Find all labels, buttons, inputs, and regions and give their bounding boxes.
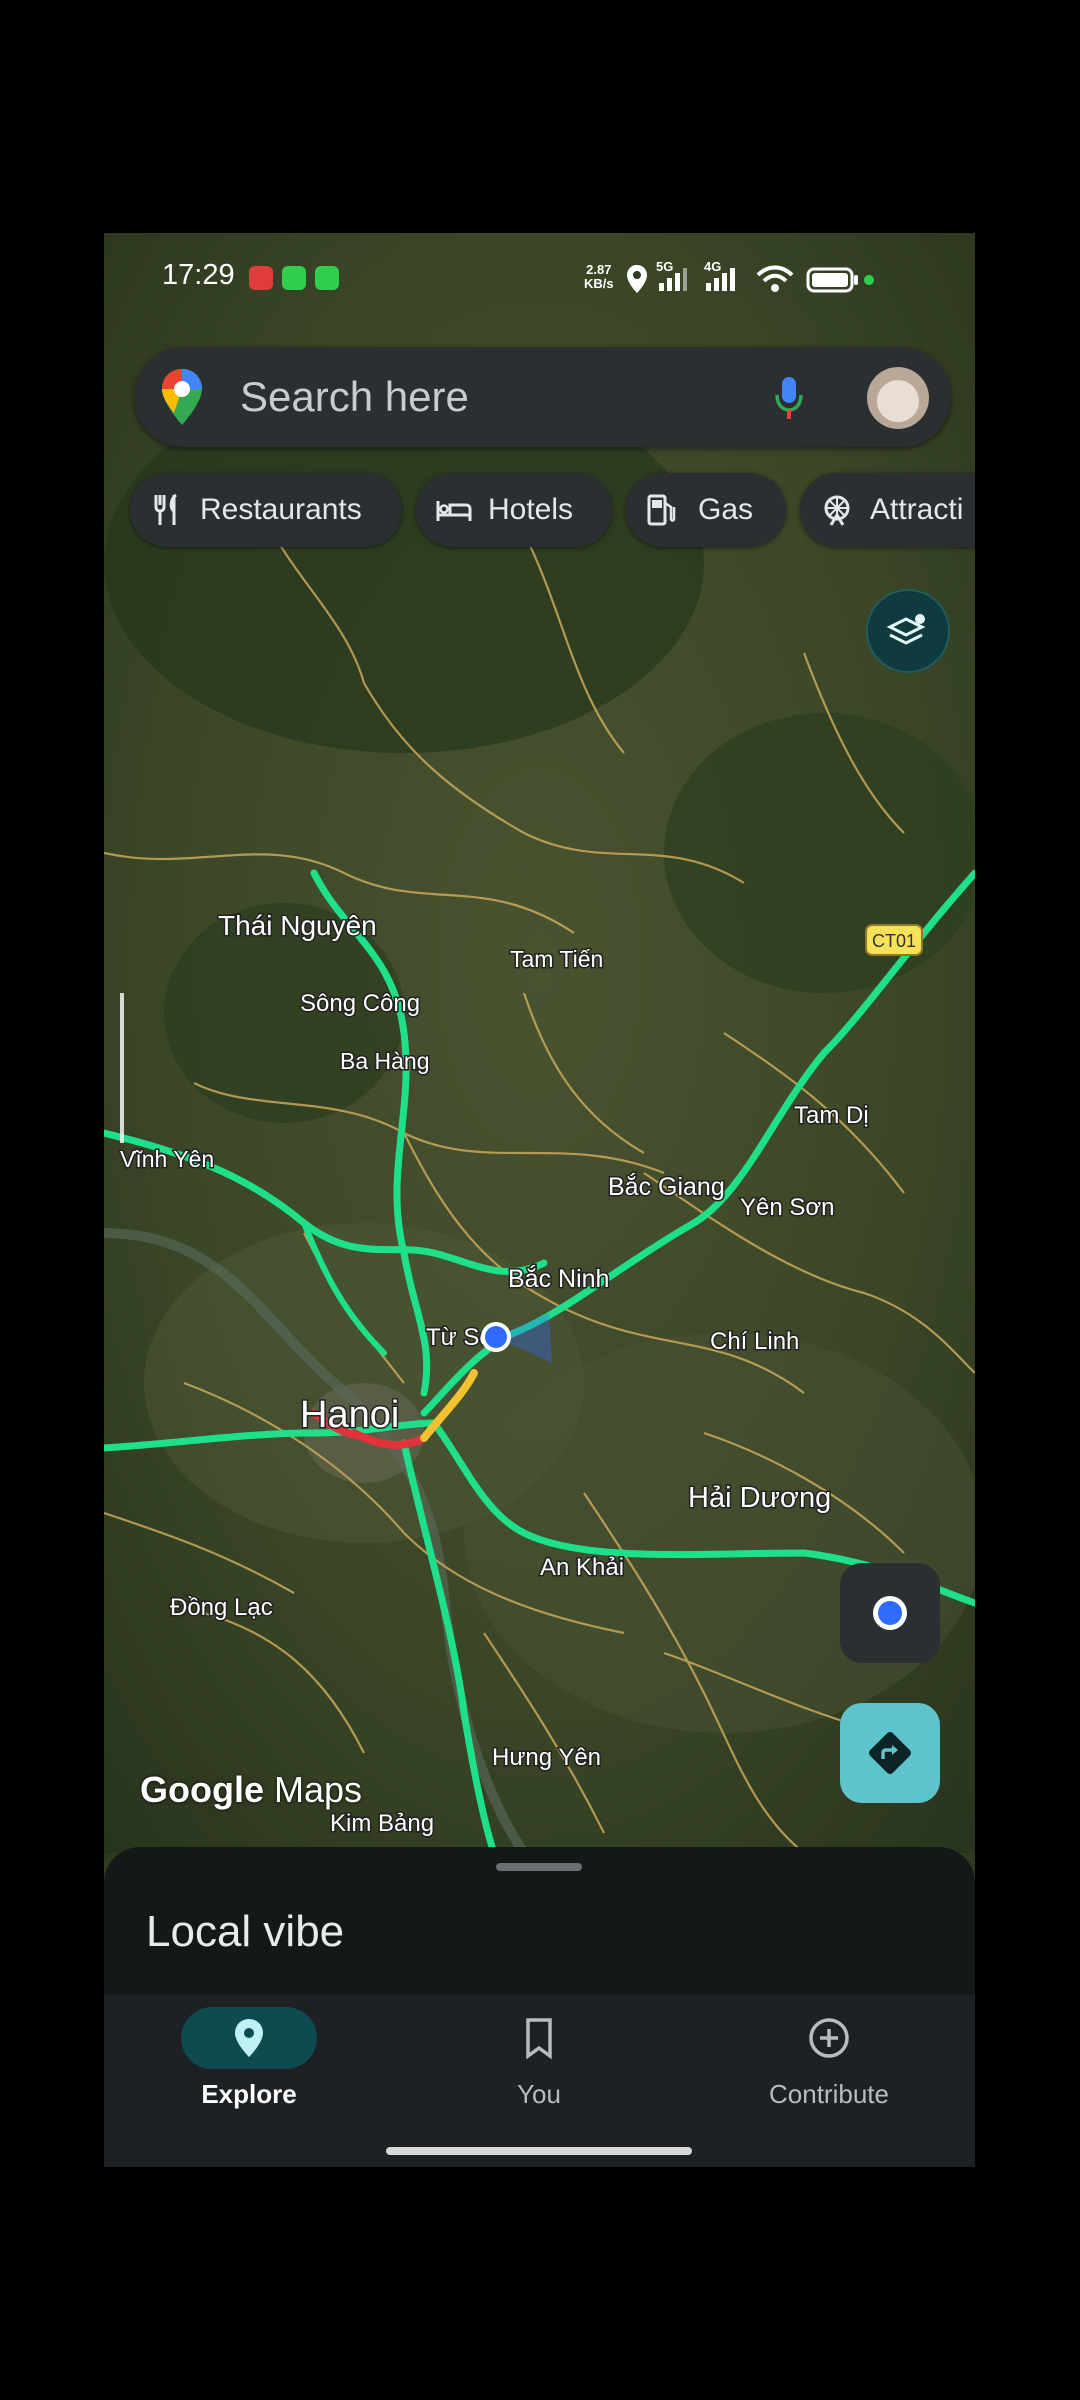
nav-label-explore: Explore — [201, 2079, 297, 2109]
battery-icon — [806, 267, 858, 293]
road-shield-ct01: CT01 — [865, 924, 923, 956]
directions-icon — [869, 1732, 911, 1774]
directions-button[interactable] — [840, 1703, 940, 1803]
nav-label-you: You — [517, 2079, 561, 2109]
chip-label: Attracti — [870, 493, 964, 526]
nav-you[interactable]: You — [394, 1995, 684, 2145]
watermark-brand: Google — [140, 1769, 264, 1810]
video-call-icon — [249, 266, 273, 290]
my-location-icon — [873, 1596, 907, 1630]
category-chips: Restaurants Hotels Gas Attracti — [130, 473, 975, 553]
sheet-title: Local vibe — [146, 1907, 345, 1956]
network-speed: 2.87 KB/s — [584, 263, 614, 291]
bookmark-icon — [526, 2018, 552, 2059]
google-maps-watermark: Google Maps — [140, 1769, 362, 1811]
explore-pin-icon — [235, 2019, 263, 2057]
search-input[interactable]: Search here — [240, 373, 469, 421]
label-hung-yen: Hưng Yên — [492, 1744, 601, 1771]
layers-button[interactable] — [866, 589, 950, 673]
label-kim-bang: Kim Bảng — [330, 1810, 434, 1837]
signal-2-icon — [706, 268, 735, 291]
label-tam-di: Tam Dị — [794, 1102, 869, 1129]
chip-gas[interactable]: Gas — [626, 473, 786, 547]
fork-knife-icon — [154, 493, 177, 525]
chip-hotels[interactable]: Hotels — [416, 473, 612, 547]
watermark-product: Maps — [274, 1769, 363, 1810]
status-bar: 17:29 2.87 KB/s 5G 4G — [104, 233, 975, 303]
chip-label: Restaurants — [200, 493, 362, 526]
label-chi-linh: Chí Linh — [710, 1328, 799, 1355]
label-yen-son: Yên Sơn — [740, 1194, 834, 1221]
scale-indicator — [120, 993, 124, 1143]
label-dong-lac: Đồng Lạc — [170, 1594, 273, 1621]
privacy-indicator-dot — [864, 275, 874, 285]
message-icon — [315, 266, 339, 290]
chip-restaurants[interactable]: Restaurants — [130, 473, 402, 547]
label-song-cong: Sông Công — [300, 990, 420, 1017]
nav-label-contribute: Contribute — [769, 2079, 889, 2109]
gas-pump-icon — [647, 494, 676, 526]
signal-1-icon — [659, 268, 687, 291]
bottom-navigation: Explore You Contribute — [104, 1995, 975, 2167]
nav-contribute[interactable]: Contribute — [684, 1995, 974, 2145]
add-circle-icon — [809, 2018, 849, 2058]
svg-text:CT01: CT01 — [872, 931, 916, 951]
status-time: 17:29 — [162, 259, 235, 291]
label-bac-ninh: Bắc Ninh — [508, 1264, 609, 1293]
label-hanoi: Hanoi — [300, 1394, 399, 1436]
wifi-icon — [756, 265, 794, 292]
label-bac-giang: Bắc Giang — [608, 1172, 725, 1201]
label-an-khai: An Khải — [540, 1554, 624, 1581]
net-speed-value: 2.87 — [586, 262, 612, 277]
gesture-bar[interactable] — [386, 2147, 692, 2155]
label-tam-tien: Tam Tiến — [510, 946, 603, 972]
label-vinh-yen: Vĩnh Yên — [120, 1146, 214, 1172]
sheet-drag-handle[interactable] — [496, 1863, 582, 1871]
bottom-sheet[interactable]: Local vibe — [104, 1847, 975, 2007]
my-location-button[interactable] — [840, 1563, 940, 1663]
location-status-icon — [627, 265, 647, 293]
avatar[interactable] — [867, 367, 929, 429]
phone-screen: Thái Nguyên Tam Tiến Sông Công Ba Hàng V… — [104, 233, 975, 2167]
net-speed-unit: KB/s — [584, 276, 614, 291]
chip-label: Hotels — [488, 493, 574, 526]
chip-label: Gas — [698, 493, 754, 526]
label-ba-hang: Ba Hàng — [340, 1048, 430, 1074]
mic-icon[interactable] — [774, 375, 804, 421]
search-bar[interactable]: Search here — [134, 347, 951, 447]
nav-explore[interactable]: Explore — [104, 1995, 394, 2145]
label-thai-nguyen: Thái Nguyên — [218, 910, 377, 941]
label-hai-duong: Hải Dương — [688, 1482, 831, 1514]
phone-icon — [282, 266, 306, 290]
chip-attractions[interactable]: Attracti — [800, 473, 975, 547]
ferris-wheel-icon — [824, 495, 850, 526]
google-maps-pin-icon — [162, 369, 202, 425]
bed-icon — [436, 501, 472, 521]
layers-icon — [886, 614, 926, 645]
